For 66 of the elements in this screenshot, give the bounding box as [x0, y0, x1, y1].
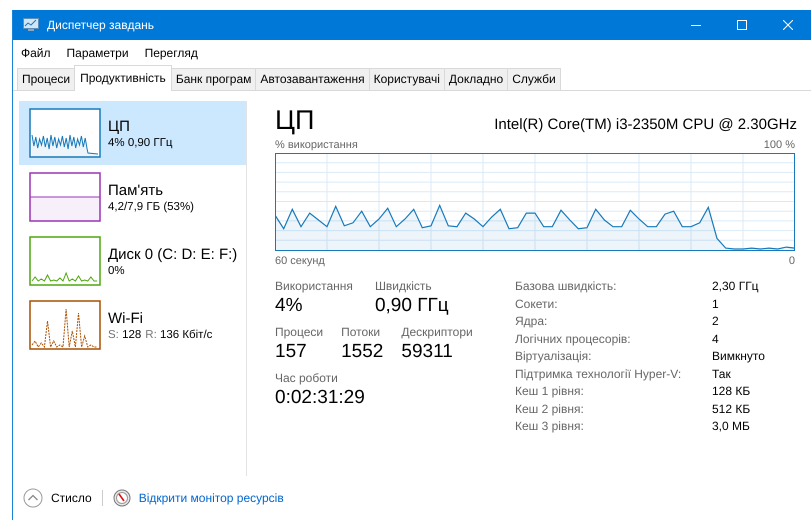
- detail-value: 4: [712, 332, 720, 346]
- detail-value: Вимкнуто: [712, 349, 765, 363]
- stat-label: Швидкість: [374, 279, 433, 293]
- detail-label: Базова швидкість:: [515, 279, 618, 293]
- tab[interactable]: Процеси: [17, 68, 76, 90]
- detail-label: Ядра:: [515, 314, 548, 328]
- stat-label: Процеси: [275, 325, 324, 339]
- device-name: Wi-Fi: [108, 310, 144, 326]
- device-name: ЦП: [108, 118, 131, 134]
- detail-label: Кеш 2 рівня:: [515, 402, 585, 416]
- menu-item[interactable]: Файл: [21, 46, 51, 60]
- stat-value: 4%: [275, 295, 304, 317]
- axis-label: 0: [788, 255, 795, 267]
- device-name: Пам'ять: [108, 182, 164, 198]
- stat-label: Використання: [275, 279, 353, 293]
- stat-label: Час роботи: [275, 371, 339, 385]
- detail-value: Так: [712, 366, 732, 380]
- device-usage: 0%: [108, 264, 126, 276]
- tab[interactable]: Продуктивність: [74, 65, 172, 91]
- detail-label: Сокети:: [515, 296, 559, 310]
- panel-title: ЦП: [275, 105, 314, 135]
- chevron-up-icon: [23, 488, 43, 508]
- detail-label: Підтримка технології Hyper-V:: [515, 366, 682, 380]
- stat-label: Дескриптори: [401, 325, 473, 339]
- stat-value: 0:02:31:29: [275, 387, 365, 409]
- detail-value: 128 КБ: [712, 384, 752, 398]
- sidebar-item[interactable]: Wi-Fi S: 128 R: 136 Кбіт/с: [19, 293, 246, 357]
- device-name: Диск 0 (C: D: E: F:): [108, 246, 238, 262]
- device-usage: S: 128 R: 136 Кбіт/с: [108, 328, 214, 340]
- detail-value: 2: [712, 314, 720, 328]
- tab[interactable]: Користувачі: [368, 68, 445, 90]
- stat-value: 0,90 ГГц: [374, 295, 449, 317]
- detail-value: 512 КБ: [712, 402, 752, 416]
- detail-value: 3,0 МБ: [712, 419, 751, 433]
- stat-value: 59311: [401, 341, 454, 363]
- stat-value: 1552: [341, 341, 384, 363]
- tab[interactable]: Автозавантаження: [255, 68, 370, 90]
- detail-label: Кеш 3 рівня:: [515, 419, 585, 433]
- tab[interactable]: Служби: [507, 68, 561, 90]
- detail-label: Віртуалізація:: [515, 349, 592, 363]
- tab[interactable]: Банк програм: [170, 68, 256, 90]
- resource-monitor-link[interactable]: Відкрити монітор ресурсів: [138, 491, 284, 505]
- collapse-button[interactable]: Стисло: [23, 488, 92, 508]
- stat-value: 157: [275, 341, 308, 363]
- maximize-icon: [737, 20, 747, 30]
- detail-label: Логічних процесорів:: [515, 332, 632, 346]
- axis-label: 100 %: [764, 139, 795, 151]
- device-usage: 4% 0,90 ГГц: [108, 136, 172, 148]
- detail-value: 1: [712, 296, 720, 310]
- tab[interactable]: Докладно: [444, 68, 508, 90]
- detail-value: 2,30 ГГц: [712, 279, 760, 293]
- axis-label: 60 секунд: [275, 255, 325, 267]
- cpu-model: Intel(R) Core(TM) i3-2350M CPU @ 2.30GHz: [494, 116, 797, 135]
- window-title: Диспетчер завдань: [47, 18, 156, 32]
- sidebar-item[interactable]: Пам'ять 4,2/7,9 ГБ (53%): [19, 165, 246, 229]
- sidebar-item[interactable]: Диск 0 (C: D: E: F:) 0%: [19, 229, 246, 293]
- monitor-icon: [23, 18, 39, 32]
- menu-item[interactable]: Перегляд: [144, 46, 198, 60]
- close-icon: [783, 20, 793, 30]
- axis-label: % використання: [275, 139, 358, 151]
- detail-label: Кеш 1 рівня:: [515, 384, 585, 398]
- sidebar-item[interactable]: ЦП 4% 0,90 ГГц: [19, 101, 246, 165]
- device-usage: 4,2/7,9 ГБ (53%): [108, 200, 194, 212]
- menu-item[interactable]: Параметри: [66, 46, 129, 60]
- gauge-icon: [112, 489, 131, 507]
- stat-label: Потоки: [341, 325, 382, 339]
